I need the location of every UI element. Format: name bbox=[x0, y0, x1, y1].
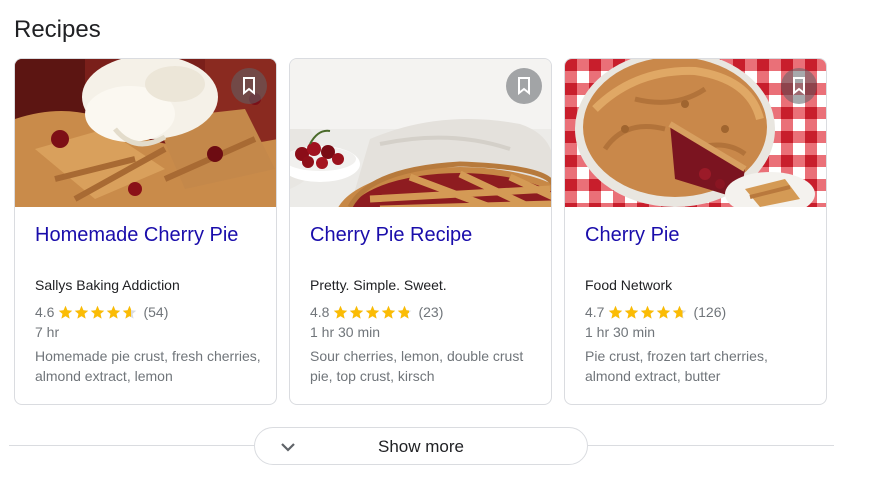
star-icon bbox=[673, 305, 687, 319]
ingredients: Homemade pie crust, fresh cherries, almo… bbox=[35, 348, 261, 384]
recipe-card[interactable]: Cherry Pie Food Network 4.7 (126) 1 hr 3… bbox=[564, 58, 827, 405]
bookmark-icon bbox=[793, 77, 805, 95]
recipes-section-title: Recipes bbox=[14, 16, 101, 43]
recipe-source: Food Network bbox=[585, 277, 673, 293]
divider bbox=[9, 445, 255, 446]
star-icon bbox=[107, 305, 121, 319]
save-recipe-button[interactable] bbox=[506, 68, 542, 104]
rating-row: 4.8 (23) bbox=[310, 304, 443, 320]
recipe-image-cherry-pie-ice-cream[interactable] bbox=[15, 59, 276, 207]
star-icon bbox=[350, 305, 364, 319]
rating-value: 4.6 bbox=[35, 304, 55, 320]
recipe-source: Pretty. Simple. Sweet. bbox=[310, 277, 447, 293]
save-recipe-button[interactable] bbox=[231, 68, 267, 104]
review-count: (54) bbox=[143, 304, 169, 320]
rating-value: 4.7 bbox=[585, 304, 605, 320]
rating-row: 4.7 (126) bbox=[585, 304, 726, 320]
star-rating bbox=[608, 305, 688, 320]
star-icon bbox=[625, 305, 639, 319]
cook-time: 7 hr bbox=[35, 324, 60, 340]
recipe-source: Sallys Baking Addiction bbox=[35, 277, 180, 293]
bookmark-icon bbox=[518, 77, 530, 95]
recipe-card[interactable]: Cherry Pie Recipe Pretty. Simple. Sweet.… bbox=[289, 58, 552, 405]
rating-row: 4.6 (54) bbox=[35, 304, 168, 320]
cook-time: 1 hr 30 min bbox=[585, 324, 656, 340]
show-more-button[interactable]: Show more bbox=[254, 427, 588, 465]
recipe-title-link[interactable]: Cherry Pie Recipe bbox=[310, 224, 472, 247]
star-rating bbox=[58, 305, 138, 320]
save-recipe-button[interactable] bbox=[781, 68, 817, 104]
star-icon bbox=[91, 305, 105, 319]
star-icon bbox=[59, 305, 73, 319]
ingredients: Sour cherries, lemon, double crust pie, … bbox=[310, 348, 524, 384]
star-icon bbox=[75, 305, 89, 319]
star-icon bbox=[657, 305, 671, 319]
chevron-down-icon bbox=[281, 443, 295, 452]
rating-value: 4.8 bbox=[310, 304, 330, 320]
star-icon bbox=[609, 305, 623, 319]
star-icon bbox=[641, 305, 655, 319]
recipe-title-link[interactable]: Homemade Cherry Pie bbox=[35, 224, 238, 247]
star-icon bbox=[334, 305, 348, 319]
star-icon bbox=[382, 305, 396, 319]
show-more-label: Show more bbox=[378, 437, 464, 456]
ingredients: Pie crust, frozen tart cherries, almond … bbox=[585, 348, 768, 384]
cook-time: 1 hr 30 min bbox=[310, 324, 381, 340]
recipe-card[interactable]: Homemade Cherry Pie Sallys Baking Addict… bbox=[14, 58, 277, 405]
star-icon bbox=[366, 305, 380, 319]
review-count: (23) bbox=[418, 304, 444, 320]
bookmark-icon bbox=[243, 77, 255, 95]
recipe-image-cherry-pie-gingham[interactable] bbox=[565, 59, 826, 207]
divider bbox=[588, 445, 834, 446]
review-count: (126) bbox=[693, 304, 727, 320]
recipe-title-link[interactable]: Cherry Pie bbox=[585, 224, 679, 247]
star-icon bbox=[123, 305, 137, 319]
star-icon bbox=[398, 305, 412, 319]
recipe-image-cherry-pie-bowl[interactable] bbox=[290, 59, 551, 207]
star-rating bbox=[333, 305, 413, 320]
